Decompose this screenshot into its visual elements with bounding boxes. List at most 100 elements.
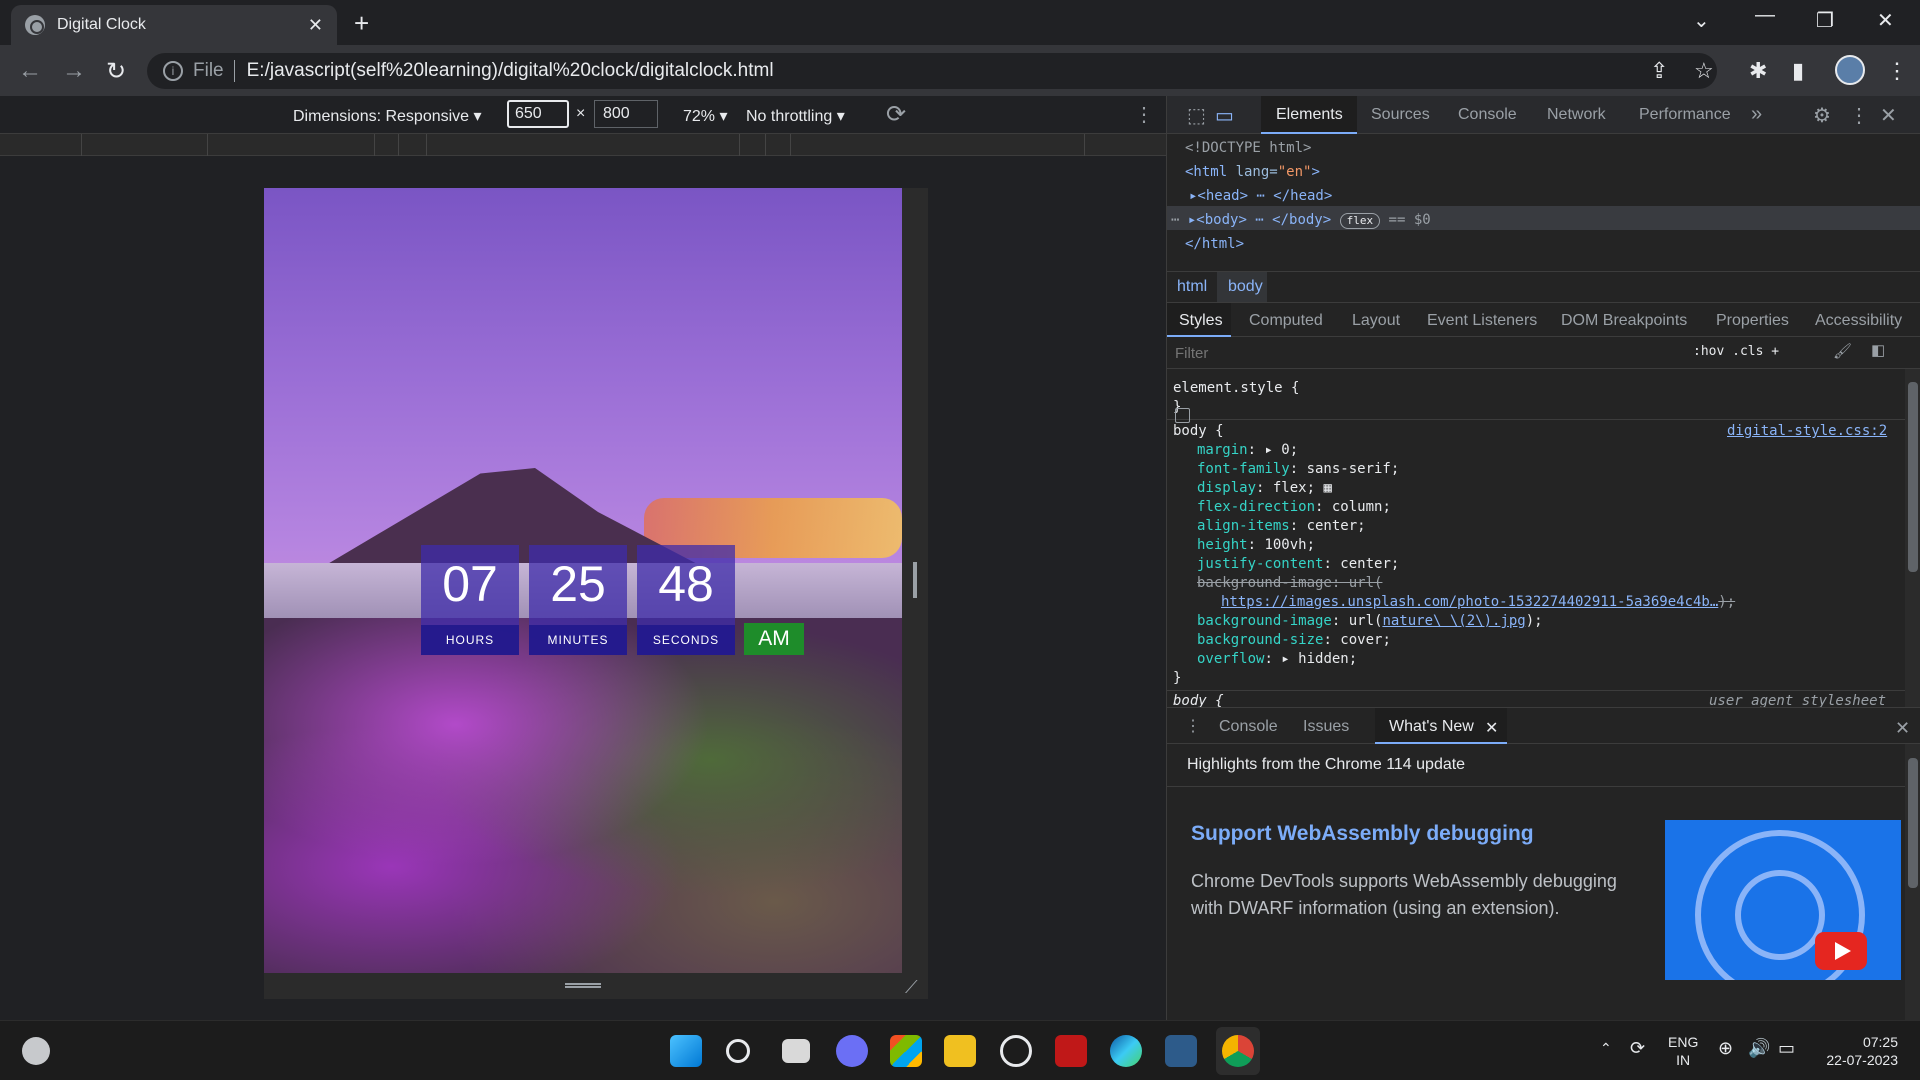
tab-accessibility[interactable]: Accessibility bbox=[1815, 312, 1902, 330]
drawer-tab-console[interactable]: Console bbox=[1219, 718, 1278, 736]
paint-brush-icon[interactable]: 🖌 bbox=[1833, 342, 1852, 360]
tab-sources[interactable]: Sources bbox=[1371, 106, 1430, 124]
throttling-dropdown[interactable]: No throttling ▾ bbox=[746, 106, 845, 126]
width-input[interactable] bbox=[507, 100, 569, 128]
decl-margin[interactable]: margin: ▸ 0; bbox=[1197, 441, 1298, 460]
close-devtools-icon[interactable]: ✕ bbox=[1880, 103, 1897, 128]
toggle-declaration-checkbox[interactable] bbox=[1175, 408, 1190, 423]
microsoft-store-icon[interactable] bbox=[890, 1035, 922, 1067]
body-rule-selector[interactable]: body { bbox=[1173, 422, 1224, 441]
windows-start-icon[interactable] bbox=[670, 1035, 702, 1067]
decl-height[interactable]: height: 100vh; bbox=[1197, 536, 1315, 555]
styles-scroll-thumb[interactable] bbox=[1908, 382, 1918, 572]
tab-properties[interactable]: Properties bbox=[1716, 312, 1789, 330]
network-globe-icon[interactable]: ⊕ bbox=[1718, 1039, 1733, 1057]
battery-icon[interactable]: ▭ bbox=[1778, 1039, 1795, 1057]
tab-console[interactable]: Console bbox=[1458, 106, 1517, 124]
dom-head[interactable]: ▸<head> ⋯ </head> bbox=[1189, 184, 1332, 208]
side-panel-icon[interactable]: ▮ bbox=[1792, 58, 1804, 84]
close-whats-new-icon[interactable]: ✕ bbox=[1485, 718, 1498, 738]
resize-handle-bottom[interactable] bbox=[565, 983, 601, 988]
app-blue-icon[interactable] bbox=[1165, 1035, 1197, 1067]
devtools-menu-icon[interactable]: ⋮ bbox=[1849, 103, 1869, 128]
decl-font-family[interactable]: font-family: sans-serif; bbox=[1197, 460, 1399, 479]
dom-body[interactable]: ⋯ ▸<body> ⋯ </body> flex == $0 bbox=[1171, 208, 1431, 232]
teams-chat-icon[interactable] bbox=[836, 1035, 868, 1067]
back-icon[interactable]: ← bbox=[18, 57, 42, 85]
search-icon[interactable] bbox=[726, 1039, 750, 1063]
tab-close-button[interactable]: ✕ bbox=[308, 15, 323, 36]
clock-tray[interactable]: 07:25 22-07-2023 bbox=[1820, 1033, 1898, 1069]
info-icon[interactable]: i bbox=[163, 61, 183, 81]
browser-tab[interactable]: Digital Clock ✕ bbox=[11, 5, 337, 45]
decl-bg-disabled-url[interactable]: https://images.unsplash.com/photo-153227… bbox=[1221, 593, 1735, 612]
volume-icon[interactable]: 🔊 bbox=[1748, 1039, 1770, 1057]
device-toggle-icon[interactable]: ▭ bbox=[1215, 103, 1234, 128]
tab-event-listeners[interactable]: Event Listeners bbox=[1427, 312, 1537, 330]
url-text[interactable]: E:/javascript(self%20learning)/digital%2… bbox=[247, 60, 774, 82]
toggle-sidebar-icon[interactable]: ◧ bbox=[1871, 341, 1885, 359]
tab-network[interactable]: Network bbox=[1547, 106, 1606, 124]
tab-search-chevron-icon[interactable]: ⌄ bbox=[1693, 8, 1710, 33]
app-ring-icon[interactable] bbox=[1000, 1035, 1032, 1067]
drawer-menu-icon[interactable]: ⋮ bbox=[1185, 716, 1201, 736]
flex-badge[interactable]: flex bbox=[1339, 213, 1381, 229]
dimensions-dropdown[interactable]: Dimensions: Responsive ▾ bbox=[293, 106, 482, 126]
dom-html-open[interactable]: <html lang="en"> bbox=[1185, 160, 1320, 184]
breadcrumb-html[interactable]: html bbox=[1177, 278, 1207, 296]
extensions-puzzle-icon[interactable]: ✱ bbox=[1749, 58, 1767, 84]
hov-cls-toggles[interactable]: :hov .cls + bbox=[1693, 344, 1779, 359]
whats-new-video-thumbnail[interactable] bbox=[1665, 820, 1901, 980]
kebab-menu-icon[interactable]: ⋮ bbox=[1886, 58, 1908, 84]
ua-rule-selector[interactable]: body { bbox=[1173, 692, 1224, 707]
drawer-scroll-thumb[interactable] bbox=[1908, 758, 1918, 888]
resize-handle-right[interactable] bbox=[913, 562, 917, 598]
tab-computed[interactable]: Computed bbox=[1249, 312, 1323, 330]
decl-bg-disabled[interactable]: background-image: url( bbox=[1197, 574, 1382, 593]
mcafee-icon[interactable] bbox=[1055, 1035, 1087, 1067]
avatar[interactable] bbox=[1835, 55, 1865, 85]
tab-layout[interactable]: Layout bbox=[1352, 312, 1400, 330]
minimize-button[interactable]: — bbox=[1755, 4, 1775, 27]
decl-align-items[interactable]: align-items: center; bbox=[1197, 517, 1366, 536]
file-explorer-icon[interactable] bbox=[944, 1035, 976, 1067]
styles-filter-input[interactable] bbox=[1171, 340, 1681, 366]
breadcrumb-body[interactable]: body bbox=[1228, 278, 1263, 296]
sync-icon[interactable]: ⟳ bbox=[1630, 1039, 1645, 1057]
resize-corner-icon[interactable]: ⟋ bbox=[905, 977, 918, 998]
language-indicator[interactable]: ENG IN bbox=[1668, 1033, 1698, 1069]
address-bar[interactable]: i File E:/javascript(self%20learning)/di… bbox=[147, 53, 1717, 89]
share-icon[interactable]: ⇪ bbox=[1650, 58, 1668, 84]
drawer-tab-issues[interactable]: Issues bbox=[1303, 718, 1349, 736]
rotate-icon[interactable]: ⟳ bbox=[886, 100, 906, 129]
tab-dom-breakpoints[interactable]: DOM Breakpoints bbox=[1561, 312, 1687, 330]
decl-overflow[interactable]: overflow: ▸ hidden; bbox=[1197, 650, 1357, 669]
dom-html-close[interactable]: </html> bbox=[1185, 232, 1244, 256]
drawer-tab-whats-new[interactable]: What's New bbox=[1389, 718, 1474, 736]
device-toolbar-more-icon[interactable]: ⋮ bbox=[1134, 102, 1154, 127]
decl-display[interactable]: display: flex; ▦ bbox=[1197, 479, 1332, 498]
weather-icon[interactable] bbox=[22, 1037, 50, 1065]
chrome-icon[interactable] bbox=[1222, 1035, 1254, 1067]
bookmark-star-icon[interactable]: ☆ bbox=[1694, 58, 1714, 84]
edge-browser-icon[interactable] bbox=[1110, 1035, 1142, 1067]
window-close-button[interactable]: ✕ bbox=[1877, 8, 1894, 33]
tab-performance[interactable]: Performance bbox=[1639, 106, 1731, 124]
height-input[interactable] bbox=[594, 100, 658, 128]
more-tabs-button[interactable]: » bbox=[1751, 103, 1762, 126]
bg-url-link[interactable]: https://images.unsplash.com/photo-153227… bbox=[1221, 594, 1718, 610]
decl-background-size[interactable]: background-size: cover; bbox=[1197, 631, 1391, 650]
decl-justify-content[interactable]: justify-content: center; bbox=[1197, 555, 1399, 574]
close-drawer-icon[interactable]: ✕ bbox=[1895, 718, 1910, 739]
show-hidden-icons-chevron[interactable]: ⌃ bbox=[1600, 1039, 1612, 1057]
decl-background-image[interactable]: background-image: url(nature\ \(2\).jpg)… bbox=[1197, 612, 1543, 631]
new-tab-button[interactable]: + bbox=[354, 8, 369, 39]
tab-styles[interactable]: Styles bbox=[1179, 312, 1223, 330]
task-view-icon[interactable] bbox=[782, 1039, 810, 1063]
media-query-ruler[interactable] bbox=[0, 134, 1166, 156]
inspect-element-icon[interactable]: ⬚ bbox=[1187, 103, 1206, 128]
forward-icon[interactable]: → bbox=[62, 57, 86, 85]
body-rule-source-link[interactable]: digital-style.css:2 bbox=[1727, 422, 1887, 441]
youtube-play-icon[interactable] bbox=[1815, 932, 1867, 970]
bg-image-link[interactable]: nature\ \(2\).jpg bbox=[1382, 613, 1525, 629]
